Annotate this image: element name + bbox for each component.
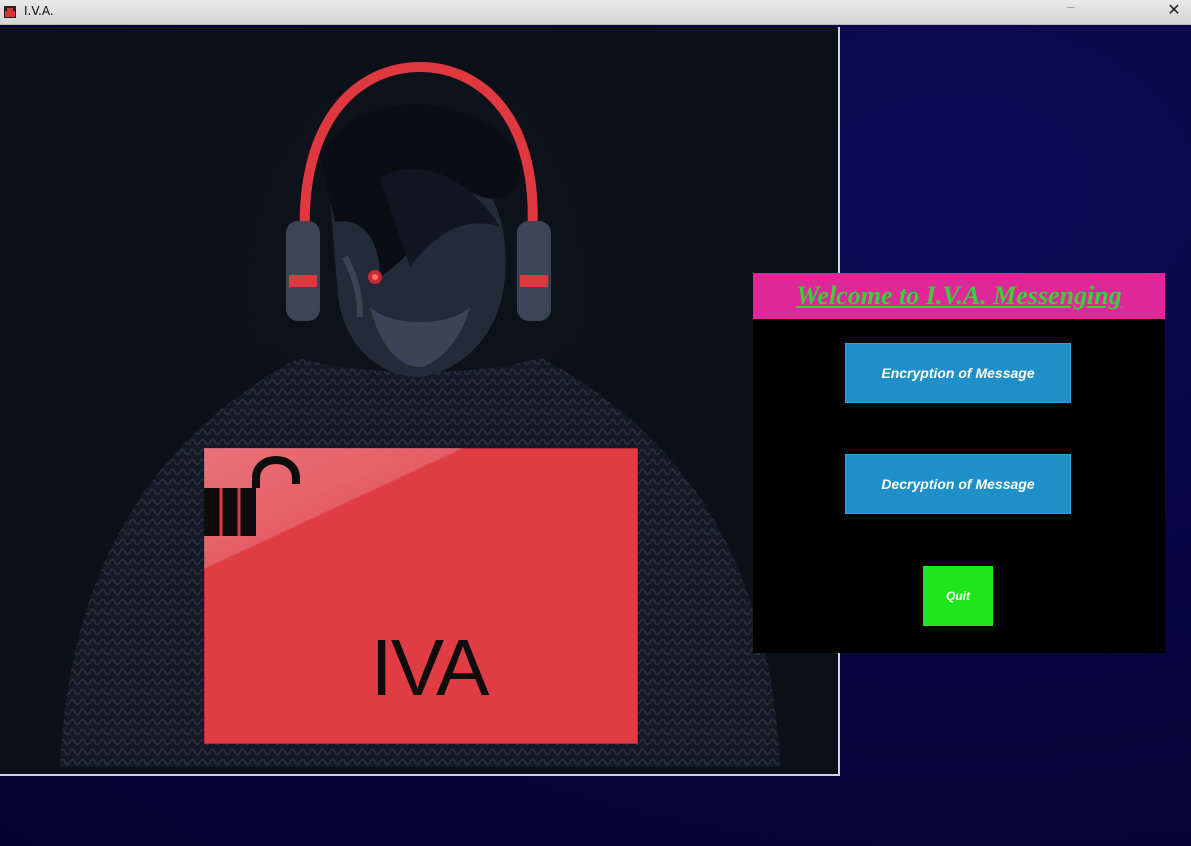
iva-logo-text: IVA [370, 623, 489, 712]
app-icon [4, 6, 16, 18]
welcome-banner: Welcome to I.V.A. Messenging [753, 273, 1165, 319]
open-padlock-icon [204, 456, 300, 536]
hacker-artwork: IVA [0, 27, 840, 776]
main-menu-panel: Welcome to I.V.A. Messenging Encryption … [753, 273, 1165, 653]
quit-button[interactable]: Quit [923, 566, 993, 626]
laptop-screen: IVA [204, 448, 638, 744]
window-title: I.V.A. [24, 4, 54, 18]
decryption-button[interactable]: Decryption of Message [845, 454, 1071, 514]
minimize-button[interactable]: – [1060, 0, 1082, 24]
close-button[interactable]: ✕ [1163, 0, 1185, 24]
encryption-button[interactable]: Encryption of Message [845, 343, 1071, 403]
window-titlebar: I.V.A. – ✕ [0, 0, 1191, 25]
welcome-heading: Welcome to I.V.A. Messenging [796, 281, 1122, 310]
